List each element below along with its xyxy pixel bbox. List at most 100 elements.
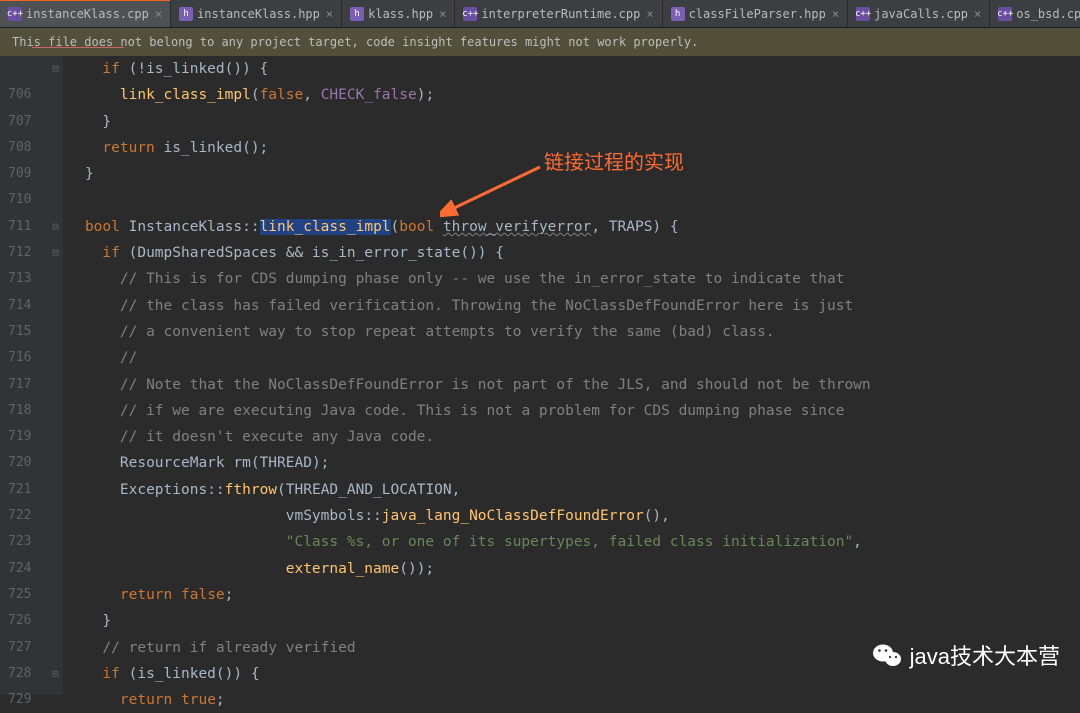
line-number: 720 (8, 450, 31, 476)
code-line[interactable]: Exceptions::fthrow(THREAD_AND_LOCATION, (67, 477, 870, 503)
line-number (8, 56, 31, 82)
fold-spacer (47, 187, 63, 213)
tab-os_bsd-cpp[interactable]: c++os_bsd.cpp× (990, 0, 1080, 27)
tab-label: klass.hpp (368, 7, 433, 21)
fold-spacer (47, 293, 63, 319)
hpp-file-icon: h (671, 7, 685, 21)
code-line[interactable]: // a convenient way to stop repeat attem… (67, 319, 870, 345)
code-line[interactable]: // return if already verified (67, 635, 870, 661)
tab-label: javaCalls.cpp (874, 7, 968, 21)
code-line[interactable]: } (67, 109, 870, 135)
fold-toggle[interactable]: ⊟ (47, 214, 63, 240)
code-line[interactable]: if (is_linked()) { (67, 661, 870, 687)
code-line[interactable]: // Note that the NoClassDefFoundError is… (67, 372, 870, 398)
code-line[interactable]: "Class %s, or one of its supertypes, fai… (67, 529, 870, 555)
code-line[interactable]: // This is for CDS dumping phase only --… (67, 266, 870, 292)
line-number: 711 (8, 214, 31, 240)
close-icon[interactable]: × (974, 7, 981, 21)
fold-spacer (47, 687, 63, 713)
code-line[interactable]: return is_linked(); (67, 135, 870, 161)
fold-spacer (47, 503, 63, 529)
fold-spacer (47, 266, 63, 292)
fold-spacer (47, 319, 63, 345)
code-line[interactable]: } (67, 161, 870, 187)
tab-javaCalls-cpp[interactable]: c++ javaCalls.cpp × (848, 0, 990, 27)
fold-spacer (47, 556, 63, 582)
line-number-gutter: 7067077087097107117127137147157167177187… (0, 56, 47, 695)
fold-spacer (47, 82, 63, 108)
cpp-file-icon: c++ (856, 7, 870, 21)
code-line[interactable]: // if we are executing Java code. This i… (67, 398, 870, 424)
tab-label: instanceKlass.cpp (26, 7, 149, 21)
tab-interpreterRuntime-cpp[interactable]: c++interpreterRuntime.cpp× (455, 0, 662, 27)
tab-instanceKlass-hpp[interactable]: h instanceKlass.hpp × (171, 0, 342, 27)
tab-label: os_bsd.cpp (1016, 7, 1080, 21)
fold-spacer (47, 135, 63, 161)
tab-instanceKlass-cpp[interactable]: c++ instanceKlass.cpp × (0, 0, 171, 27)
close-icon[interactable]: × (155, 7, 162, 21)
code-line[interactable]: // the class has failed verification. Th… (67, 293, 870, 319)
fold-spacer (47, 372, 63, 398)
code-line[interactable]: return false; (67, 582, 870, 608)
code-line[interactable]: if (DumpSharedSpaces && is_in_error_stat… (67, 240, 870, 266)
project-target-warning: This file does not belong to any project… (0, 28, 1080, 56)
warning-underline (32, 47, 124, 48)
line-number: 727 (8, 635, 31, 661)
tab-bar: c++ instanceKlass.cpp × h instanceKlass.hpp ×… (0, 0, 1080, 28)
line-number: 728 (8, 661, 31, 687)
fold-spacer (47, 477, 63, 503)
code-line[interactable]: link_class_impl(false, CHECK_false); (67, 82, 870, 108)
tab-label: classFileParser.hpp (689, 7, 826, 21)
line-number: 714 (8, 293, 31, 319)
line-number: 715 (8, 319, 31, 345)
code-line[interactable]: external_name()); (67, 556, 870, 582)
cpp-file-icon: c++ (463, 7, 477, 21)
line-number: 718 (8, 398, 31, 424)
fold-spacer (47, 529, 63, 555)
fold-spacer (47, 398, 63, 424)
close-icon[interactable]: × (646, 7, 653, 21)
cpp-file-icon: c++ (998, 7, 1012, 21)
line-number: 719 (8, 424, 31, 450)
line-number: 725 (8, 582, 31, 608)
close-icon[interactable]: × (326, 7, 333, 21)
fold-spacer (47, 424, 63, 450)
cpp-file-icon: c++ (8, 7, 22, 21)
line-number: 709 (8, 161, 31, 187)
code-line[interactable]: if (!is_linked()) { (67, 56, 870, 82)
line-number: 726 (8, 608, 31, 634)
close-icon[interactable]: × (439, 7, 446, 21)
line-number: 716 (8, 345, 31, 371)
fold-spacer (47, 608, 63, 634)
fold-spacer (47, 345, 63, 371)
hpp-file-icon: h (350, 7, 364, 21)
fold-spacer (47, 450, 63, 476)
code-line[interactable]: ResourceMark rm(THREAD); (67, 450, 870, 476)
tab-label: instanceKlass.hpp (197, 7, 320, 21)
line-number: 717 (8, 372, 31, 398)
fold-toggle[interactable]: ⊟ (47, 56, 63, 82)
close-icon[interactable]: × (832, 7, 839, 21)
fold-spacer (47, 582, 63, 608)
code-line[interactable]: // it doesn't execute any Java code. (67, 424, 870, 450)
fold-spacer (47, 161, 63, 187)
code-line[interactable]: vmSymbols::java_lang_NoClassDefFoundErro… (67, 503, 870, 529)
fold-toggle[interactable]: ⊟ (47, 661, 63, 687)
code-line[interactable]: } (67, 608, 870, 634)
line-number: 721 (8, 477, 31, 503)
code-area[interactable]: if (!is_linked()) { link_class_impl(fals… (63, 56, 870, 695)
line-number: 710 (8, 187, 31, 213)
fold-column[interactable]: ⊟ ⊟⊟ ⊟ (47, 56, 63, 695)
fold-toggle[interactable]: ⊟ (47, 240, 63, 266)
code-line[interactable] (67, 187, 870, 213)
tab-classFileParser-hpp[interactable]: h classFileParser.hpp × (663, 0, 849, 27)
code-editor[interactable]: 7067077087097107117127137147157167177187… (0, 56, 1080, 695)
hpp-file-icon: h (179, 7, 193, 21)
code-line[interactable]: bool InstanceKlass::link_class_impl(bool… (67, 214, 870, 240)
code-line[interactable]: return true; (67, 687, 870, 713)
code-line[interactable]: // (67, 345, 870, 371)
tab-klass-hpp[interactable]: h klass.hpp × (342, 0, 455, 27)
fold-spacer (47, 635, 63, 661)
line-number: 712 (8, 240, 31, 266)
line-number: 724 (8, 556, 31, 582)
